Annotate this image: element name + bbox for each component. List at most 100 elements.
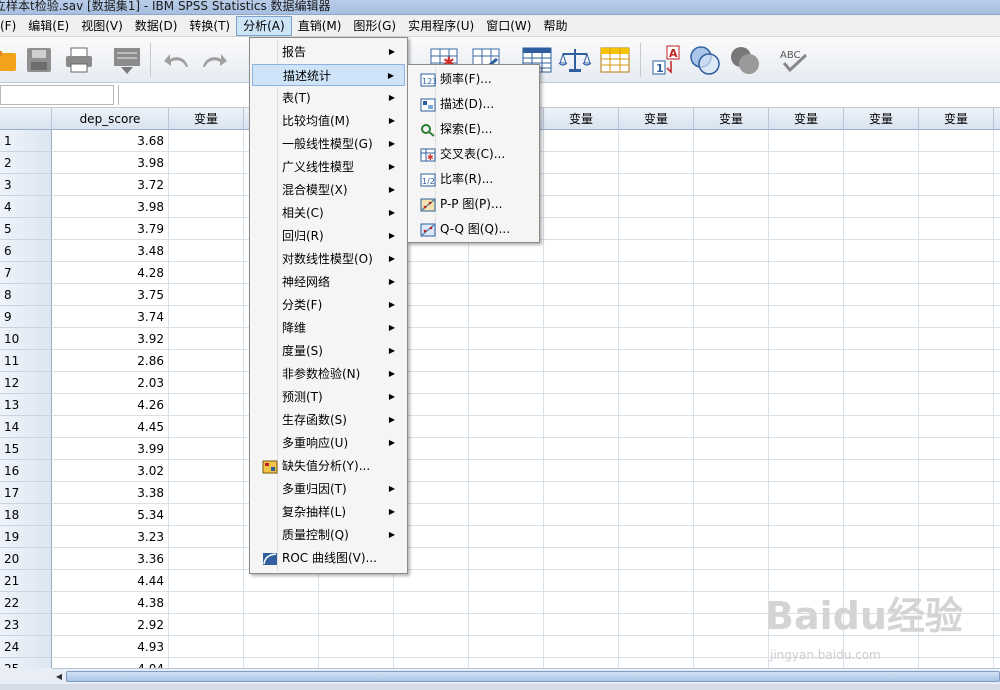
table-cell[interactable] — [619, 240, 694, 262]
row-header[interactable]: 3 — [0, 174, 52, 196]
table-cell[interactable] — [919, 394, 994, 416]
select-cases-icon[interactable] — [598, 43, 632, 77]
table-cell[interactable] — [469, 570, 544, 592]
table-cell[interactable] — [994, 460, 1000, 482]
table-cell[interactable] — [394, 592, 469, 614]
table-cell[interactable]: 4.04 — [52, 658, 169, 668]
analyze-menu-item[interactable]: 广义线性模型 ▶ — [252, 156, 405, 178]
table-cell[interactable] — [169, 658, 244, 668]
table-cell[interactable] — [994, 394, 1000, 416]
menu-direct-marketing[interactable]: 直销(M) — [292, 16, 348, 36]
table-cell[interactable] — [994, 658, 1000, 668]
table-cell[interactable] — [919, 284, 994, 306]
descriptives-submenu-item[interactable]: 描述(D)... — [410, 93, 537, 115]
table-cell[interactable] — [919, 328, 994, 350]
table-cell[interactable] — [469, 350, 544, 372]
table-cell[interactable] — [469, 592, 544, 614]
row-header[interactable]: 24 — [0, 636, 52, 658]
table-cell[interactable]: 4.28 — [52, 262, 169, 284]
table-cell[interactable] — [919, 460, 994, 482]
table-cell[interactable] — [244, 614, 319, 636]
analyze-menu-item[interactable]: 非参数检验(N) ▶ — [252, 363, 405, 385]
row-header[interactable]: 2 — [0, 152, 52, 174]
table-cell[interactable]: 4.45 — [52, 416, 169, 438]
table-cell[interactable] — [619, 130, 694, 152]
table-cell[interactable] — [694, 636, 769, 658]
scroll-left-icon[interactable]: ◀ — [52, 670, 66, 684]
table-cell[interactable] — [919, 438, 994, 460]
table-cell[interactable] — [169, 328, 244, 350]
table-cell[interactable] — [994, 218, 1000, 240]
analyze-menu-item[interactable]: 对数线性模型(O) ▶ — [252, 248, 405, 270]
table-cell[interactable] — [169, 592, 244, 614]
table-cell[interactable] — [844, 152, 919, 174]
table-cell[interactable] — [919, 526, 994, 548]
table-cell[interactable] — [994, 526, 1000, 548]
table-cell[interactable] — [919, 350, 994, 372]
table-cell[interactable] — [694, 592, 769, 614]
table-cell[interactable] — [694, 284, 769, 306]
table-cell[interactable] — [694, 658, 769, 668]
column-header-variable[interactable]: 变量 — [919, 108, 994, 130]
table-cell[interactable]: 2.86 — [52, 350, 169, 372]
table-cell[interactable] — [544, 548, 619, 570]
table-cell[interactable] — [769, 438, 844, 460]
table-cell[interactable] — [319, 592, 394, 614]
descriptives-submenu-item[interactable]: 1/2 比率(R)... — [410, 168, 537, 190]
table-cell[interactable] — [544, 526, 619, 548]
table-cell[interactable] — [919, 174, 994, 196]
table-cell[interactable] — [544, 614, 619, 636]
descriptives-submenu-item[interactable]: 探索(E)... — [410, 118, 537, 140]
table-cell[interactable]: 3.92 — [52, 328, 169, 350]
table-cell[interactable] — [544, 328, 619, 350]
table-cell[interactable] — [769, 482, 844, 504]
table-cell[interactable] — [169, 504, 244, 526]
table-cell[interactable] — [469, 636, 544, 658]
table-cell[interactable] — [544, 482, 619, 504]
table-cell[interactable] — [169, 614, 244, 636]
column-header-variable[interactable]: 变量 — [994, 108, 1000, 130]
table-cell[interactable] — [994, 570, 1000, 592]
table-cell[interactable] — [169, 174, 244, 196]
column-header-dep-score[interactable]: dep_score — [52, 108, 169, 130]
table-cell[interactable] — [319, 614, 394, 636]
table-cell[interactable] — [769, 548, 844, 570]
table-cell[interactable] — [919, 548, 994, 570]
table-cell[interactable] — [919, 262, 994, 284]
table-cell[interactable] — [694, 526, 769, 548]
table-cell[interactable] — [619, 196, 694, 218]
table-cell[interactable] — [169, 482, 244, 504]
table-cell[interactable] — [544, 306, 619, 328]
table-cell[interactable] — [844, 262, 919, 284]
table-cell[interactable]: 3.98 — [52, 152, 169, 174]
table-cell[interactable] — [994, 438, 1000, 460]
show-all-icon[interactable] — [728, 43, 762, 77]
table-cell[interactable] — [469, 306, 544, 328]
menu-help[interactable]: 帮助 — [537, 16, 573, 36]
row-header[interactable]: 6 — [0, 240, 52, 262]
table-cell[interactable] — [619, 614, 694, 636]
analyze-menu-item[interactable]: 比较均值(M) ▶ — [252, 110, 405, 132]
analyze-menu-item[interactable]: 混合模型(X) ▶ — [252, 179, 405, 201]
table-cell[interactable] — [544, 262, 619, 284]
table-cell[interactable] — [469, 416, 544, 438]
table-cell[interactable] — [919, 196, 994, 218]
table-cell[interactable] — [919, 218, 994, 240]
table-cell[interactable] — [844, 482, 919, 504]
table-cell[interactable] — [694, 174, 769, 196]
table-cell[interactable] — [469, 284, 544, 306]
table-cell[interactable] — [769, 394, 844, 416]
table-cell[interactable] — [544, 372, 619, 394]
table-cell[interactable] — [994, 152, 1000, 174]
table-cell[interactable] — [919, 416, 994, 438]
row-header[interactable]: 17 — [0, 482, 52, 504]
table-cell[interactable] — [169, 438, 244, 460]
table-cell[interactable] — [844, 350, 919, 372]
table-cell[interactable] — [619, 394, 694, 416]
table-cell[interactable] — [169, 394, 244, 416]
table-cell[interactable] — [769, 416, 844, 438]
table-cell[interactable] — [619, 284, 694, 306]
table-cell[interactable] — [469, 482, 544, 504]
table-cell[interactable] — [994, 548, 1000, 570]
table-cell[interactable] — [619, 218, 694, 240]
